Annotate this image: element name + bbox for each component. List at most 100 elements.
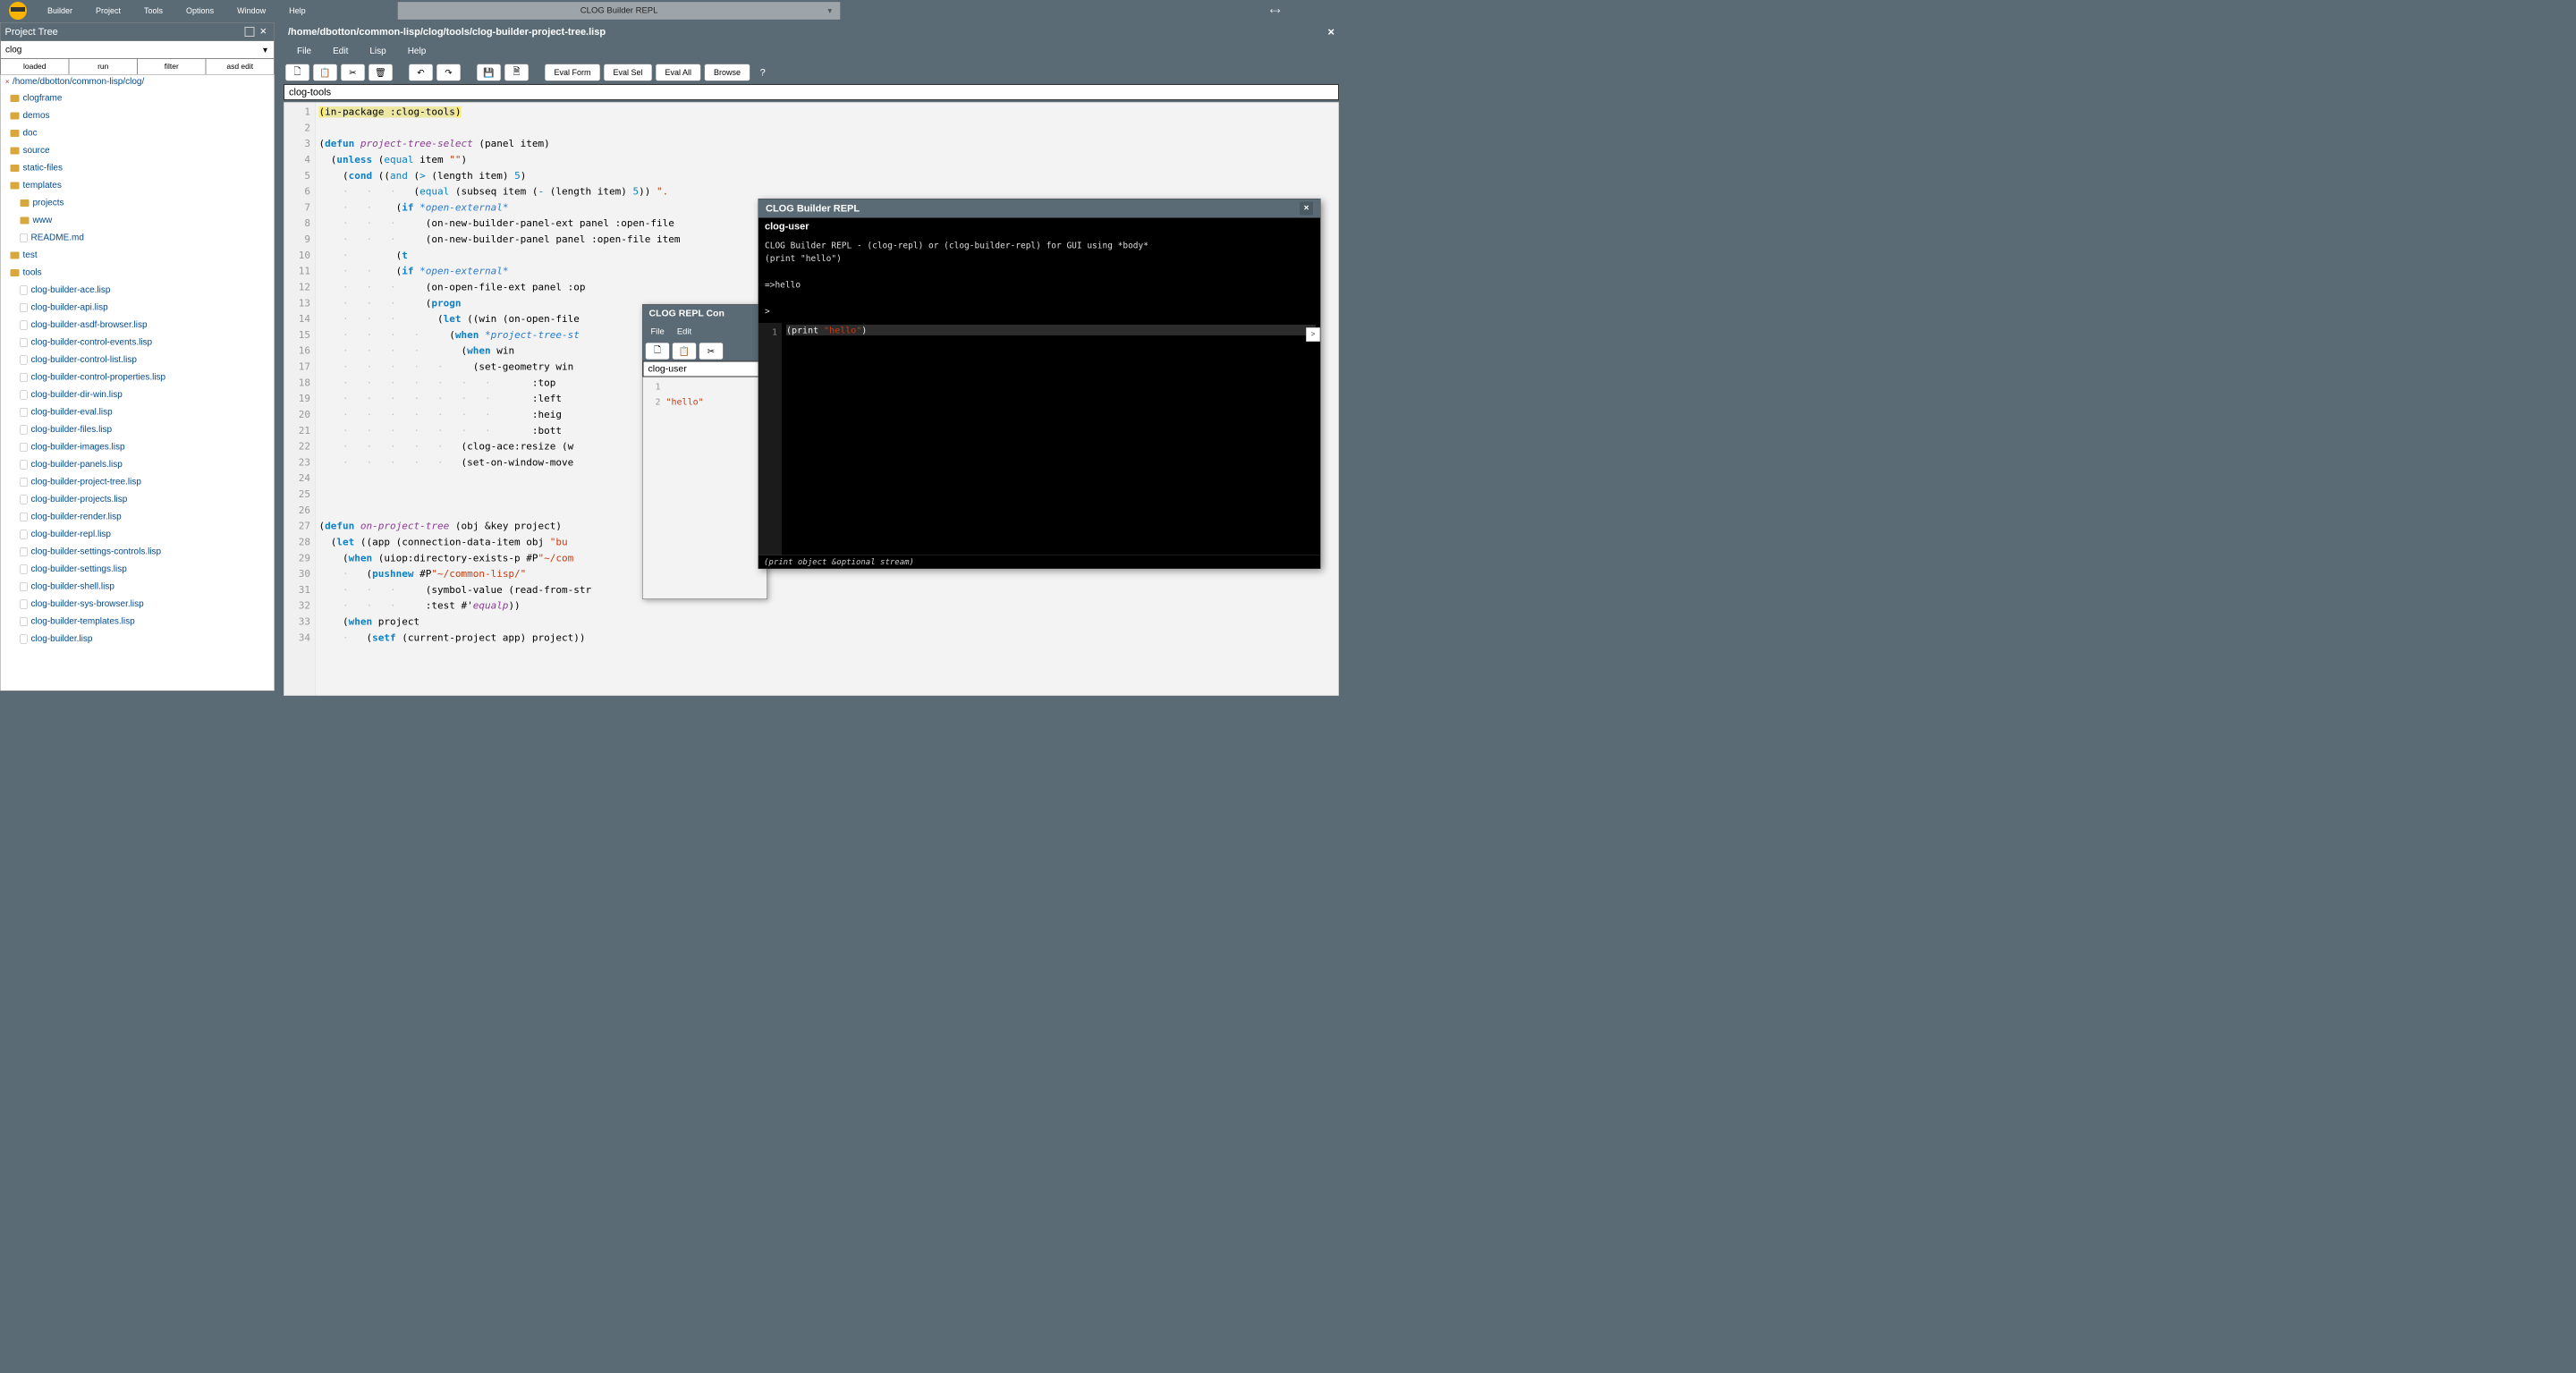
tree-item-label: clog-builder-ace.lisp: [31, 282, 111, 299]
tree-item[interactable]: clog-builder-settings.lisp: [1, 561, 275, 579]
tree-item[interactable]: templates: [1, 177, 275, 195]
tree-item[interactable]: clog-builder-templates.lisp: [1, 613, 275, 631]
tree-item-label: clog-builder-images.lisp: [31, 439, 125, 456]
tree-item[interactable]: clog-builder-asdf-browser.lisp: [1, 317, 275, 335]
cut-button[interactable]: ✂: [699, 343, 724, 360]
help-icon[interactable]: ?: [754, 67, 772, 79]
menu-options[interactable]: Options: [174, 1, 225, 21]
project-selector-value: clog: [5, 45, 21, 55]
project-selector[interactable]: clog: [1, 41, 275, 59]
paste-button[interactable]: 📋: [313, 64, 337, 81]
tree-item[interactable]: clog-builder-files.lisp: [1, 421, 275, 439]
tree-item-label: clog-builder-sys-browser.lisp: [31, 596, 144, 613]
tree-item-label: static-files: [23, 160, 63, 177]
tree-item[interactable]: static-files: [1, 159, 275, 177]
menu-tools[interactable]: Tools: [132, 1, 174, 21]
editor-file-path: /home/dbotton/common-lisp/clog/tools/clo…: [288, 26, 606, 38]
run-button[interactable]: run: [69, 59, 138, 75]
editor-titlebar: /home/dbotton/common-lisp/clog/tools/clo…: [281, 22, 1342, 41]
new-button[interactable]: 🗋: [646, 343, 670, 360]
tree-item[interactable]: www: [1, 212, 275, 230]
tree-item[interactable]: clog-builder-project-tree.lisp: [1, 473, 275, 491]
paste-button[interactable]: 📋: [673, 343, 697, 360]
eval-all-button[interactable]: Eval All: [656, 64, 701, 81]
tree-item[interactable]: tools: [1, 264, 275, 282]
top-menu: BuilderProjectToolsOptionsWindowHelp CLO…: [0, 0, 1288, 21]
file-tree[interactable]: clogframedemosdocsourcestatic-filestempl…: [1, 89, 275, 691]
export-button[interactable]: 🗎: [504, 64, 529, 81]
tree-item[interactable]: clog-builder-shell.lisp: [1, 578, 275, 596]
tree-item[interactable]: source: [1, 142, 275, 160]
tree-item[interactable]: clog-builder-projects.lisp: [1, 491, 275, 509]
file-icon: [21, 495, 28, 504]
eval-sel-button[interactable]: Eval Sel: [604, 64, 652, 81]
tree-item[interactable]: clog-builder-ace.lisp: [1, 282, 275, 300]
repl-package: clog-user: [758, 218, 1320, 235]
tree-item[interactable]: projects: [1, 194, 275, 212]
editor-package-field[interactable]: clog-tools: [284, 84, 1339, 100]
repl-console-title: CLOG REPL Con: [643, 305, 767, 323]
tree-item[interactable]: doc: [1, 124, 275, 142]
tree-item[interactable]: README.md: [1, 229, 275, 247]
tree-item[interactable]: test: [1, 247, 275, 265]
folder-icon: [11, 95, 20, 102]
menu-project[interactable]: Project: [84, 1, 132, 21]
close-icon[interactable]: ×: [1327, 25, 1335, 39]
rc-menu-edit[interactable]: Edit: [677, 327, 691, 337]
editor-menu-file[interactable]: File: [286, 41, 322, 61]
filter-button[interactable]: filter: [138, 59, 207, 75]
editor-menu-edit[interactable]: Edit: [322, 41, 359, 61]
save-button[interactable]: 💾: [477, 64, 501, 81]
repl-send-button[interactable]: >: [1306, 327, 1320, 342]
new-button[interactable]: 🗋: [285, 64, 309, 81]
tree-item[interactable]: clogframe: [1, 89, 275, 107]
loaded-button[interactable]: loaded: [1, 59, 70, 75]
tree-item[interactable]: clog-builder.lisp: [1, 631, 275, 648]
tree-item[interactable]: clog-builder-eval.lisp: [1, 403, 275, 421]
expand-icon[interactable]: ⤢: [1268, 4, 1282, 17]
delete-button[interactable]: 🗑: [369, 64, 393, 81]
rc-menu-file[interactable]: File: [651, 327, 665, 337]
tree-item-label: clog-builder-project-tree.lisp: [31, 474, 141, 491]
tree-item[interactable]: clog-builder-repl.lisp: [1, 526, 275, 544]
tree-item[interactable]: clog-builder-settings-controls.lisp: [1, 543, 275, 561]
editor-menu-lisp[interactable]: Lisp: [359, 41, 396, 61]
folder-icon: [21, 216, 30, 224]
folder-icon: [11, 182, 20, 189]
repl-console-package[interactable]: clog-user: [643, 361, 767, 377]
tree-item[interactable]: clog-builder-control-properties.lisp: [1, 369, 275, 386]
tree-item[interactable]: clog-builder-dir-win.lisp: [1, 386, 275, 404]
redo-button[interactable]: ↷: [436, 64, 461, 81]
asd-edit-button[interactable]: asd edit: [206, 59, 275, 75]
tree-item[interactable]: clog-builder-control-events.lisp: [1, 334, 275, 352]
menu-builder[interactable]: Builder: [36, 1, 84, 21]
menu-window[interactable]: Window: [225, 1, 277, 21]
tree-item[interactable]: clog-builder-api.lisp: [1, 299, 275, 317]
repl-input-text[interactable]: (print "hello"): [782, 323, 1320, 555]
close-icon[interactable]: ×: [1300, 202, 1313, 216]
cut-button[interactable]: ✂: [341, 64, 365, 81]
tree-item[interactable]: clog-builder-sys-browser.lisp: [1, 596, 275, 614]
file-icon: [21, 390, 28, 399]
browse-button[interactable]: Browse: [705, 64, 750, 81]
tree-item[interactable]: clog-builder-images.lisp: [1, 438, 275, 456]
close-icon[interactable]: ×: [260, 27, 270, 37]
project-root-path[interactable]: /home/dbotton/common-lisp/clog/: [1, 75, 275, 89]
eval-form-button[interactable]: Eval Form: [545, 64, 600, 81]
maximize-icon[interactable]: [245, 27, 255, 37]
tree-item-label: clog-builder-templates.lisp: [31, 614, 135, 631]
undo-button[interactable]: ↶: [409, 64, 433, 81]
tree-item[interactable]: demos: [1, 107, 275, 125]
tree-item[interactable]: clog-builder-control-list.lisp: [1, 352, 275, 369]
repl-input[interactable]: 1 (print "hello"): [758, 323, 1320, 555]
menu-help[interactable]: Help: [277, 1, 318, 21]
project-tree-title: Project Tree: [5, 26, 58, 38]
file-icon: [21, 285, 28, 294]
tree-item[interactable]: clog-builder-render.lisp: [1, 508, 275, 526]
file-icon: [21, 599, 28, 608]
repl-console-body[interactable]: 1 2 "hello": [643, 377, 767, 599]
repl-input-gutter: 1: [758, 323, 782, 555]
tree-item[interactable]: clog-builder-panels.lisp: [1, 456, 275, 474]
editor-menu-help[interactable]: Help: [397, 41, 437, 61]
top-dropdown[interactable]: CLOG Builder REPL: [398, 2, 841, 20]
